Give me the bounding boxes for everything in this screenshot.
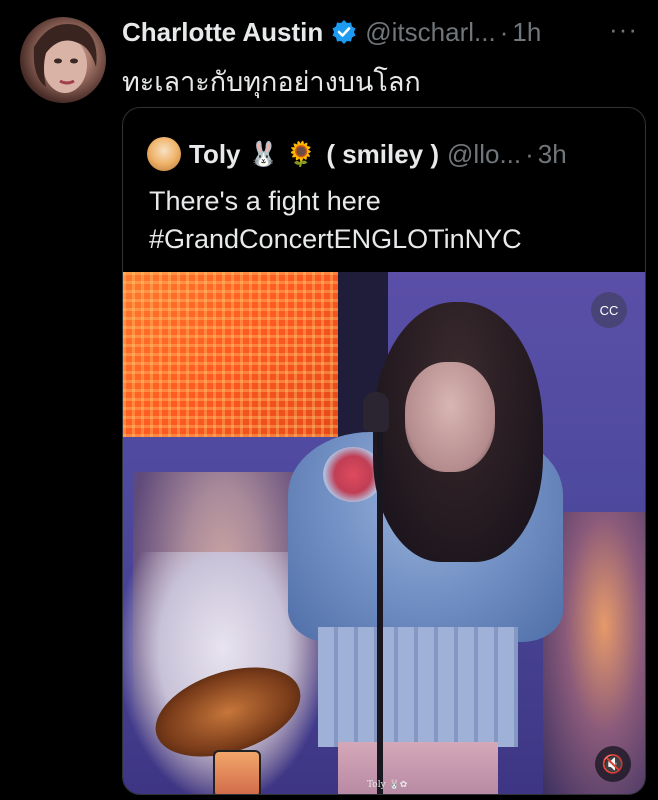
quoted-tweet-text: There's a fight here #GrandConcertENGLOT… bbox=[149, 182, 522, 258]
quoted-timestamp[interactable]: 3h bbox=[538, 139, 567, 170]
singer-face bbox=[405, 362, 495, 472]
singer-legs bbox=[338, 742, 498, 794]
sunflower-emoji-icon: 🌻 bbox=[286, 140, 317, 168]
tweet-header: Charlotte Austin @itscharl... · 1h bbox=[122, 14, 638, 50]
quoted-tweet[interactable]: Toly 🐰 🌻 ( smiley ) @llo... · 3h There's… bbox=[122, 107, 646, 795]
profile-photo-icon bbox=[33, 23, 97, 93]
quoted-tweet-header: Toly 🐰 🌻 ( smiley ) @llo... · 3h bbox=[147, 136, 567, 172]
separator-dot: · bbox=[499, 16, 509, 47]
mic-stand bbox=[377, 397, 383, 794]
audience-phone bbox=[213, 750, 261, 794]
quoted-separator-dot: · bbox=[525, 138, 534, 169]
hashtag-link[interactable]: #GrandConcertENGLOTinNYC bbox=[149, 220, 522, 258]
stage-led-screen bbox=[123, 272, 338, 437]
singer-skirt bbox=[318, 627, 518, 747]
tweet-text: ทะเลาะกับทุกอย่างบนโลก bbox=[122, 67, 421, 97]
captions-icon[interactable]: CC bbox=[591, 292, 627, 328]
verified-badge-icon bbox=[331, 19, 357, 45]
quoted-author-avatar[interactable] bbox=[147, 137, 181, 171]
post-timestamp[interactable]: 1h bbox=[512, 17, 541, 48]
quoted-author-handle[interactable]: @llo... bbox=[447, 139, 521, 170]
author-avatar[interactable] bbox=[20, 17, 106, 103]
quoted-author-name-suffix[interactable]: ( smiley ) bbox=[326, 139, 439, 170]
quoted-tweet-line-1: There's a fight here bbox=[149, 186, 381, 216]
author-handle[interactable]: @itscharl... bbox=[365, 17, 495, 48]
more-options-icon[interactable]: ··· bbox=[609, 14, 638, 45]
tweet[interactable]: Charlotte Austin @itscharl... · 1h ··· ท… bbox=[0, 0, 658, 800]
author-display-name[interactable]: Charlotte Austin bbox=[122, 17, 323, 48]
rabbit-emoji-icon: 🐰 bbox=[248, 140, 279, 168]
microphone bbox=[363, 392, 389, 432]
video-player[interactable]: CC 🔇 Toly 🐰✿ bbox=[123, 272, 645, 794]
quoted-author-display-name[interactable]: Toly bbox=[189, 139, 241, 170]
speaker-muted-icon[interactable]: 🔇 bbox=[595, 746, 631, 782]
video-watermark: Toly 🐰✿ bbox=[367, 780, 408, 790]
